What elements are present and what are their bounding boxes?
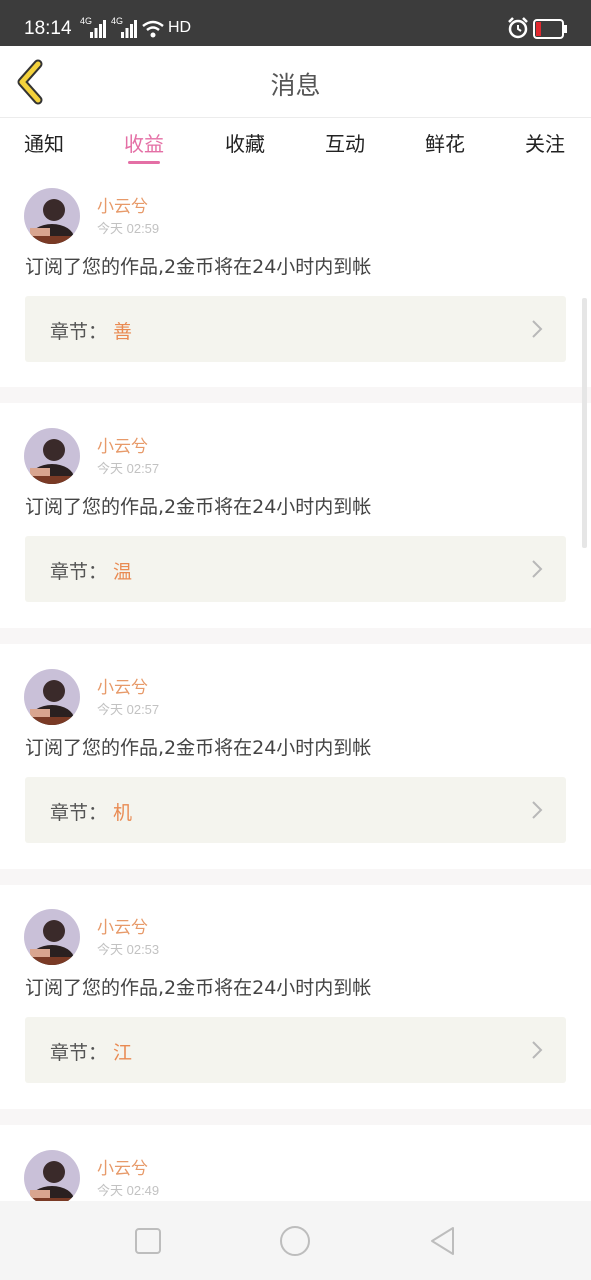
username[interactable]: 小云兮 xyxy=(97,1154,148,1179)
chevron-right-icon xyxy=(532,801,543,819)
user-avatar-image xyxy=(24,188,80,244)
message-time: 今天 02:59 xyxy=(97,221,160,236)
signal-icon xyxy=(90,20,106,38)
tab-notifications[interactable]: 通知 xyxy=(24,128,64,157)
message-item: 小云兮 今天 02:49 xyxy=(0,1140,591,1201)
chevron-right-icon xyxy=(532,320,543,338)
chapter-label: 章节： xyxy=(50,321,108,343)
divider xyxy=(0,628,591,644)
message-item: 小云兮 今天 02:59 订阅了您的作品,2金币将在24小时内到帐 章节： 善 xyxy=(0,178,591,402)
chapter-link[interactable]: 章节： 善 xyxy=(25,296,566,362)
header: 消息 xyxy=(0,46,591,118)
username[interactable]: 小云兮 xyxy=(97,913,148,938)
tab-flowers[interactable]: 鲜花 xyxy=(425,128,465,157)
active-tab-indicator xyxy=(128,161,160,164)
message-item: 小云兮 今天 02:53 订阅了您的作品,2金币将在24小时内到帐 章节： 江 xyxy=(0,899,591,1123)
chapter-label: 章节： xyxy=(50,802,108,824)
tab-interactions[interactable]: 互动 xyxy=(325,128,365,157)
avatar[interactable] xyxy=(24,909,80,965)
chapter-link[interactable]: 章节： 江 xyxy=(25,1017,566,1083)
back-nav-icon[interactable] xyxy=(425,1223,461,1259)
message-text: 订阅了您的作品,2金币将在24小时内到帐 xyxy=(25,977,372,999)
username[interactable]: 小云兮 xyxy=(97,192,148,217)
chapter-name: 江 xyxy=(113,1042,133,1064)
system-nav-bar xyxy=(0,1201,591,1280)
chapter-name: 温 xyxy=(113,561,133,583)
tab-follows[interactable]: 关注 xyxy=(525,128,565,157)
home-icon[interactable] xyxy=(277,1223,313,1259)
message-item: 小云兮 今天 02:57 订阅了您的作品,2金币将在24小时内到帐 章节： 温 xyxy=(0,418,591,642)
user-avatar-image xyxy=(24,909,80,965)
avatar[interactable] xyxy=(24,669,80,725)
status-time: 18:14 xyxy=(24,18,72,39)
user-avatar-image xyxy=(24,428,80,484)
message-time: 今天 02:53 xyxy=(97,942,160,957)
message-text: 订阅了您的作品,2金币将在24小时内到帐 xyxy=(25,256,372,278)
battery-icon xyxy=(533,19,567,39)
username[interactable]: 小云兮 xyxy=(97,432,148,457)
tab-favorites[interactable]: 收藏 xyxy=(225,128,265,157)
divider xyxy=(0,1109,591,1125)
status-bar: 18:14 4G 4G HD xyxy=(0,0,591,46)
message-item: 小云兮 今天 02:57 订阅了您的作品,2金币将在24小时内到帐 章节： 机 xyxy=(0,659,591,883)
avatar[interactable] xyxy=(24,188,80,244)
chapter-link[interactable]: 章节： 机 xyxy=(25,777,566,843)
message-text: 订阅了您的作品,2金币将在24小时内到帐 xyxy=(25,496,372,518)
page-title: 消息 xyxy=(270,71,321,100)
chapter-label: 章节： xyxy=(50,1042,108,1064)
message-time: 今天 02:49 xyxy=(97,1183,160,1198)
hd-indicator: HD xyxy=(168,19,192,36)
recent-apps-icon[interactable] xyxy=(130,1223,166,1259)
avatar[interactable] xyxy=(24,1150,80,1201)
tab-bar: 通知 收益 收藏 互动 鲜花 关注 xyxy=(0,118,591,174)
tab-earnings[interactable]: 收益 xyxy=(124,128,164,157)
chevron-right-icon xyxy=(532,560,543,578)
alarm-icon xyxy=(508,17,528,39)
wifi-icon xyxy=(142,20,164,38)
user-avatar-image xyxy=(24,669,80,725)
username[interactable]: 小云兮 xyxy=(97,673,148,698)
message-text: 订阅了您的作品,2金币将在24小时内到帐 xyxy=(25,737,372,759)
avatar[interactable] xyxy=(24,428,80,484)
chapter-label: 章节： xyxy=(50,561,108,583)
message-time: 今天 02:57 xyxy=(97,702,160,717)
chapter-name: 善 xyxy=(113,321,133,343)
message-time: 今天 02:57 xyxy=(97,461,160,476)
signal-icon xyxy=(121,20,137,38)
scrollbar[interactable] xyxy=(582,298,587,548)
chapter-name: 机 xyxy=(113,802,133,824)
chapter-link[interactable]: 章节： 温 xyxy=(25,536,566,602)
user-avatar-image xyxy=(24,1150,80,1201)
divider xyxy=(0,869,591,885)
chevron-right-icon xyxy=(532,1041,543,1059)
divider xyxy=(0,387,591,403)
